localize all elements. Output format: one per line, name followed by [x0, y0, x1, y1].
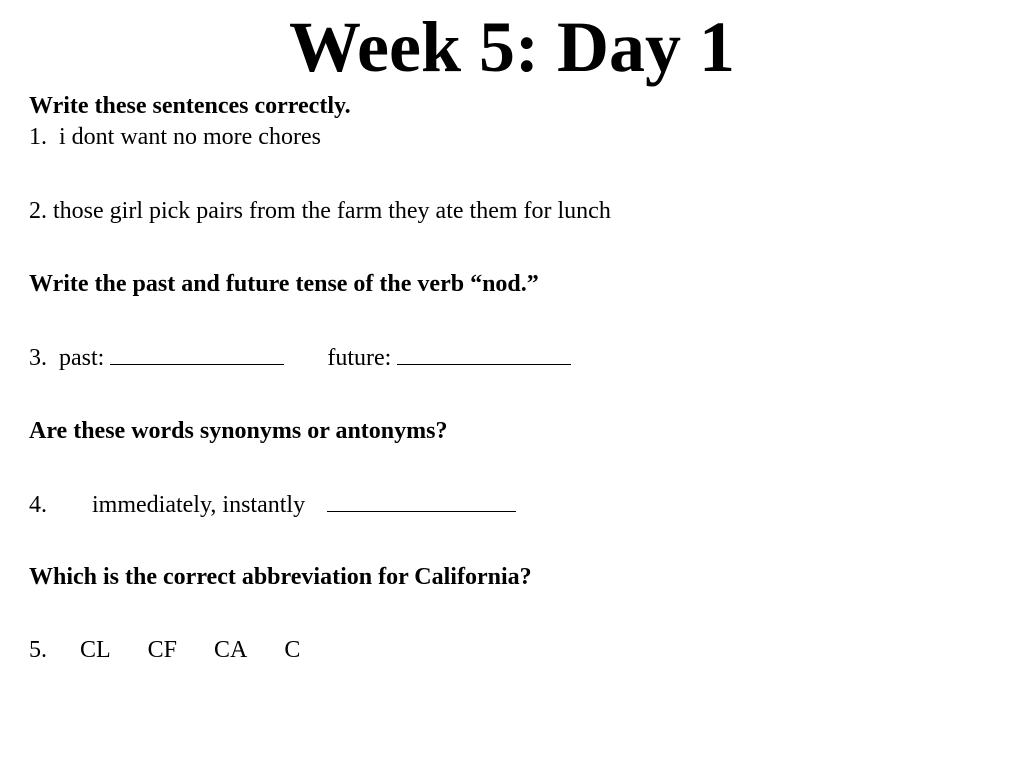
question-number: 3.: [29, 345, 47, 371]
future-label: future:: [327, 345, 392, 371]
past-label: past:: [59, 345, 105, 371]
question-5: 5. CL CF CA C: [29, 635, 300, 665]
instruction-sentences: Write these sentences correctly.: [29, 93, 351, 119]
option-cl[interactable]: CL: [80, 635, 111, 665]
option-c[interactable]: C: [284, 635, 300, 665]
option-cf[interactable]: CF: [148, 635, 177, 665]
question-text: those girl pick pairs from the farm they…: [53, 198, 611, 224]
past-answer-blank[interactable]: [110, 342, 285, 365]
question-4: 4. immediately, instantly: [29, 489, 517, 520]
instruction-tense: Write the past and future tense of the v…: [29, 271, 539, 297]
instruction-synonyms: Are these words synonyms or antonyms?: [29, 418, 448, 444]
option-ca[interactable]: CA: [214, 635, 247, 665]
future-answer-blank[interactable]: [397, 342, 572, 365]
question-1: 1. i dont want no more chores: [29, 122, 321, 152]
question-number: 4.: [29, 492, 47, 518]
question-2: 2. those girl pick pairs from the farm t…: [29, 196, 611, 226]
question-3: 3. past: future:: [29, 342, 572, 373]
synonym-answer-blank[interactable]: [327, 489, 517, 512]
page-title: Week 5: Day 1: [289, 7, 735, 87]
question-number: 5.: [29, 637, 47, 663]
instruction-abbreviation: Which is the correct abbreviation for Ca…: [29, 564, 532, 590]
question-text: immediately, instantly: [92, 492, 306, 518]
question-number: 1.: [29, 124, 47, 150]
question-text: i dont want no more chores: [59, 124, 321, 150]
question-number: 2.: [29, 198, 47, 224]
